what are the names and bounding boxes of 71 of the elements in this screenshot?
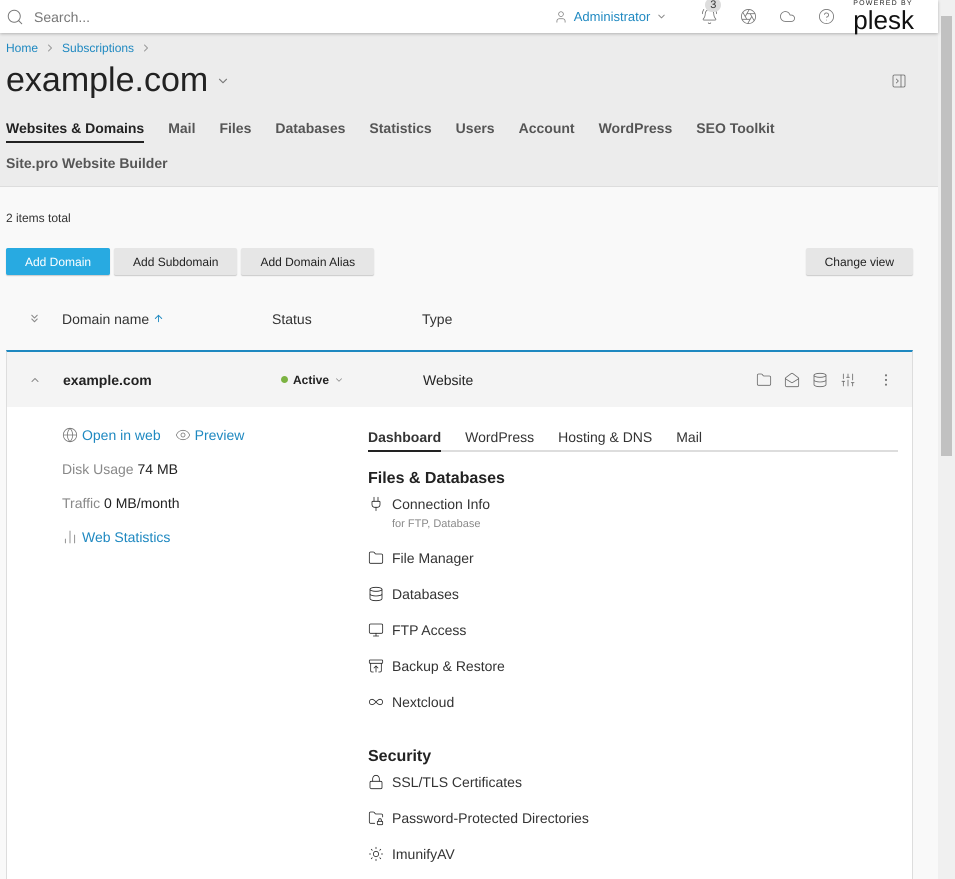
- stat-label: Disk Usage: [62, 461, 134, 477]
- tool-link[interactable]: Backup & Restore: [392, 658, 505, 674]
- change-view-button[interactable]: Change view: [806, 248, 913, 275]
- tab[interactable]: Site.pro Website Builder: [6, 149, 168, 178]
- toolbar-button[interactable]: Add Subdomain: [114, 248, 238, 275]
- folder-icon[interactable]: [756, 372, 772, 388]
- user-icon: [554, 10, 568, 24]
- stat-label: Traffic: [62, 495, 100, 511]
- domain-name[interactable]: example.com: [63, 372, 273, 388]
- items-count: 2 items total: [6, 211, 72, 225]
- section-title: Security: [368, 748, 432, 766]
- tool-link[interactable]: Connection Info: [392, 496, 490, 512]
- open-in-web-link[interactable]: Open in web: [62, 427, 161, 443]
- mail-icon[interactable]: [784, 372, 800, 388]
- tab[interactable]: Users: [456, 114, 495, 143]
- logo: plesk: [853, 7, 914, 33]
- tab[interactable]: SEO Toolkit: [696, 114, 775, 143]
- tab[interactable]: Dashboard: [368, 427, 442, 452]
- monitor-icon: [368, 622, 384, 638]
- tool-note: for FTP, Database: [392, 518, 482, 530]
- column-header[interactable]: Domain name: [62, 310, 150, 326]
- tab[interactable]: WordPress: [598, 114, 672, 143]
- panel-icon[interactable]: [891, 72, 907, 88]
- globe-icon: [62, 427, 78, 443]
- tab[interactable]: Hosting & DNS: [558, 427, 652, 452]
- tab[interactable]: Files: [219, 114, 252, 143]
- tool-link[interactable]: FTP Access: [392, 622, 466, 638]
- type-cell-text: Website: [423, 372, 474, 388]
- folder-icon: [368, 550, 384, 566]
- status-dot: [281, 376, 288, 383]
- bar-chart-icon: [62, 529, 78, 545]
- expand-all-icon[interactable]: [28, 312, 41, 325]
- notifications-icon[interactable]: [701, 8, 718, 25]
- column-header: Status: [272, 310, 313, 326]
- tool-link[interactable]: Password-Protected Directories: [392, 810, 589, 826]
- help-icon[interactable]: [818, 8, 836, 25]
- tab[interactable]: Statistics: [369, 114, 432, 143]
- database-icon[interactable]: [812, 372, 828, 388]
- tab[interactable]: Websites & Domains: [6, 114, 144, 143]
- tool-link[interactable]: SSL/TLS Certificates: [392, 774, 522, 790]
- search-field[interactable]: Search...: [6, 8, 540, 26]
- section-title: Files & Databases: [368, 470, 506, 488]
- tool-link[interactable]: ImunifyAV: [392, 846, 455, 862]
- toolbar-button[interactable]: Add Domain Alias: [241, 248, 374, 275]
- folder-lock-icon: [368, 810, 384, 826]
- tool-link[interactable]: File Manager: [392, 550, 474, 566]
- sliders-icon[interactable]: [840, 372, 856, 388]
- tool-link[interactable]: Nextcloud: [392, 694, 454, 710]
- eye-icon: [174, 427, 191, 443]
- status-label[interactable]: Active: [293, 372, 330, 386]
- database-icon: [368, 586, 384, 602]
- tab[interactable]: Mail: [168, 114, 196, 143]
- stat-value: 74 MB: [137, 461, 178, 477]
- preview-link[interactable]: Preview: [174, 427, 244, 443]
- page-title: example.com: [6, 61, 208, 100]
- scrollbar[interactable]: [938, 0, 955, 879]
- stat-value: 0 MB/month: [104, 495, 180, 511]
- search-icon: [6, 8, 24, 26]
- tab[interactable]: Databases: [275, 114, 346, 143]
- notification-count: 3: [705, 0, 722, 12]
- cloud-icon[interactable]: [779, 8, 796, 25]
- tab[interactable]: Mail: [676, 427, 702, 452]
- column-header: Type: [422, 310, 454, 326]
- aperture-icon[interactable]: [740, 8, 758, 25]
- tool-link[interactable]: Databases: [392, 586, 459, 602]
- tab[interactable]: Account: [518, 114, 575, 143]
- sort-icon: [153, 313, 164, 324]
- backup-icon: [368, 658, 384, 674]
- tab[interactable]: WordPress: [465, 427, 534, 452]
- web-statistics-link[interactable]: Web Statistics: [62, 529, 368, 545]
- user-menu[interactable]: Administrator: [554, 9, 668, 24]
